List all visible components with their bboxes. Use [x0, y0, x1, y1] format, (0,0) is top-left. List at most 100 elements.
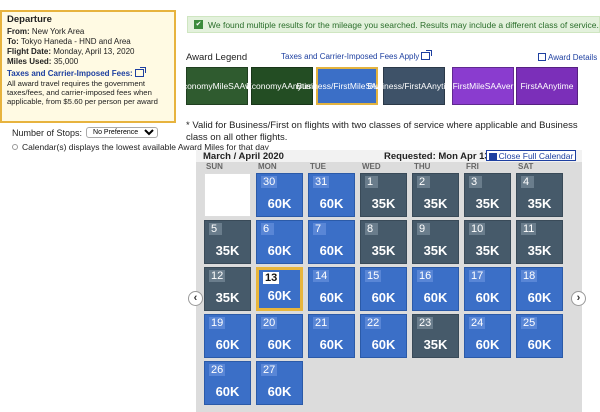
day-number: 17 [469, 270, 486, 282]
calendar-day[interactable]: 13 60K [256, 267, 303, 311]
calendar-day[interactable]: 21 60K [308, 314, 355, 358]
legend-item-0: Economy MileSAAver [177, 67, 257, 105]
calendar-day[interactable]: 11 35K [516, 220, 563, 264]
calendar-day[interactable]: 17 60K [464, 267, 511, 311]
miles-value: 35K [215, 243, 240, 258]
calendar-day[interactable]: 10 35K [464, 220, 511, 264]
banner-text: We found multiple results for the mileag… [208, 19, 599, 30]
calendar-day[interactable]: 22 60K [360, 314, 407, 358]
miles-value: 60K [423, 290, 448, 305]
fees-apply-link[interactable]: Taxes and Carrier-Imposed Fees Apply [281, 50, 433, 61]
calendar-day[interactable]: 20 60K [256, 314, 303, 358]
calendar-day[interactable]: 23 35K [412, 314, 459, 358]
miles-value: 60K [371, 337, 396, 352]
calendar-day[interactable]: 4 35K [516, 173, 563, 217]
weekday-fri: FRI [466, 162, 479, 171]
day-number: 12 [209, 270, 226, 282]
results-banner: ✔ We found multiple results for the mile… [187, 16, 600, 33]
day-number: 14 [313, 270, 330, 282]
miles-value: 60K [319, 196, 344, 211]
day-number: 20 [261, 317, 278, 329]
fees-link[interactable]: Taxes and Carrier-Imposed Fees: [7, 67, 169, 79]
miles-value: 35K [527, 243, 552, 258]
weekday-thu: THU [414, 162, 431, 171]
check-icon: ✔ [194, 20, 203, 29]
calendar-day[interactable]: 30 60K [256, 173, 303, 217]
date-row: Flight Date: Monday, April 13, 2020 [7, 47, 135, 56]
calendar-day[interactable]: 27 60K [256, 361, 303, 405]
calendar-day[interactable]: 1 35K [360, 173, 407, 217]
calendar-day[interactable]: 3 35K [464, 173, 511, 217]
stops-select[interactable]: No Preference [86, 127, 159, 138]
calendar-day [204, 173, 251, 217]
legend-title: Award Legend [186, 52, 248, 63]
miles-value: 60K [319, 243, 344, 258]
miles-value: 60K [371, 290, 396, 305]
calendar-day[interactable]: 9 35K [412, 220, 459, 264]
day-number: 25 [521, 317, 538, 329]
calendar-day[interactable]: 25 60K [516, 314, 563, 358]
weekday-wed: WED [362, 162, 381, 171]
day-number: 23 [417, 317, 434, 329]
stops-label: Number of Stops: [12, 127, 83, 138]
from-row: From: New York Area [7, 27, 85, 36]
stops-filter: Number of Stops: No Preference [12, 127, 159, 138]
day-number: 16 [417, 270, 434, 282]
departure-summary: Departure From: New York Area To: Tokyo … [0, 10, 176, 123]
calendar-day[interactable]: 18 60K [516, 267, 563, 311]
miles-value: 35K [423, 243, 448, 258]
miles-value: 60K [267, 243, 292, 258]
day-number: 31 [313, 176, 330, 188]
day-number: 26 [209, 364, 226, 376]
legend-item-3: Business/First AAnytime* [367, 67, 461, 105]
miles-value: 35K [423, 337, 448, 352]
calendar-day[interactable]: 24 60K [464, 314, 511, 358]
calendar-icon [488, 153, 497, 160]
calendar-day[interactable]: 12 35K [204, 267, 251, 311]
external-link-icon [134, 67, 146, 77]
calendar-day[interactable]: 31 60K [308, 173, 355, 217]
day-number: 30 [261, 176, 278, 188]
miles-value: 60K [267, 196, 292, 211]
close-calendar-button[interactable]: Close Full Calendar [486, 150, 576, 161]
calendar-day[interactable]: 15 60K [360, 267, 407, 311]
weekday-header: SUN MON TUE WED THU FRI SAT [196, 162, 582, 172]
fees-text: All award travel requires the government… [7, 79, 158, 106]
weekday-sun: SUN [206, 162, 223, 171]
calendar-day[interactable]: 14 60K [308, 267, 355, 311]
day-number: 1 [365, 176, 378, 188]
miles-value: 35K [475, 196, 500, 211]
calendar-day[interactable]: 2 35K [412, 173, 459, 217]
miles-value: 60K [215, 384, 240, 399]
day-number: 10 [469, 223, 486, 235]
day-number: 6 [261, 223, 274, 235]
calendar-day[interactable]: 6 60K [256, 220, 303, 264]
chevron-right-icon[interactable]: › [571, 291, 586, 306]
calendar-day[interactable]: 8 35K [360, 220, 407, 264]
calendar-header: March / April 2020 Requested: Mon Apr 13… [196, 150, 582, 162]
miles-value: 60K [527, 337, 552, 352]
miles-value: 60K [475, 290, 500, 305]
day-number: 11 [521, 223, 537, 235]
miles-value: 35K [215, 290, 240, 305]
day-number: 15 [365, 270, 382, 282]
calendar-day[interactable]: 19 60K [204, 314, 251, 358]
miles-value: 35K [371, 243, 396, 258]
day-number: 7 [313, 223, 326, 235]
weekday-sat: SAT [518, 162, 534, 171]
miles-value: 60K [267, 384, 292, 399]
calendar-day[interactable]: 26 60K [204, 361, 251, 405]
calendar-day[interactable]: 16 60K [412, 267, 459, 311]
award-details-link[interactable]: Award Details [538, 53, 597, 62]
miles-value: 60K [215, 337, 240, 352]
footnote: * Valid for Business/First on flights wi… [186, 120, 578, 143]
day-number: 21 [313, 317, 330, 329]
miles-row: Miles Used: 35,000 [7, 57, 79, 66]
day-number: 8 [365, 223, 378, 235]
miles-value: 35K [371, 196, 396, 211]
radio-icon[interactable] [12, 144, 18, 150]
calendar-day[interactable]: 5 35K [204, 220, 251, 264]
chevron-left-icon[interactable]: ‹ [188, 291, 203, 306]
calendar-day[interactable]: 7 60K [308, 220, 355, 264]
miles-value: 60K [267, 337, 292, 352]
